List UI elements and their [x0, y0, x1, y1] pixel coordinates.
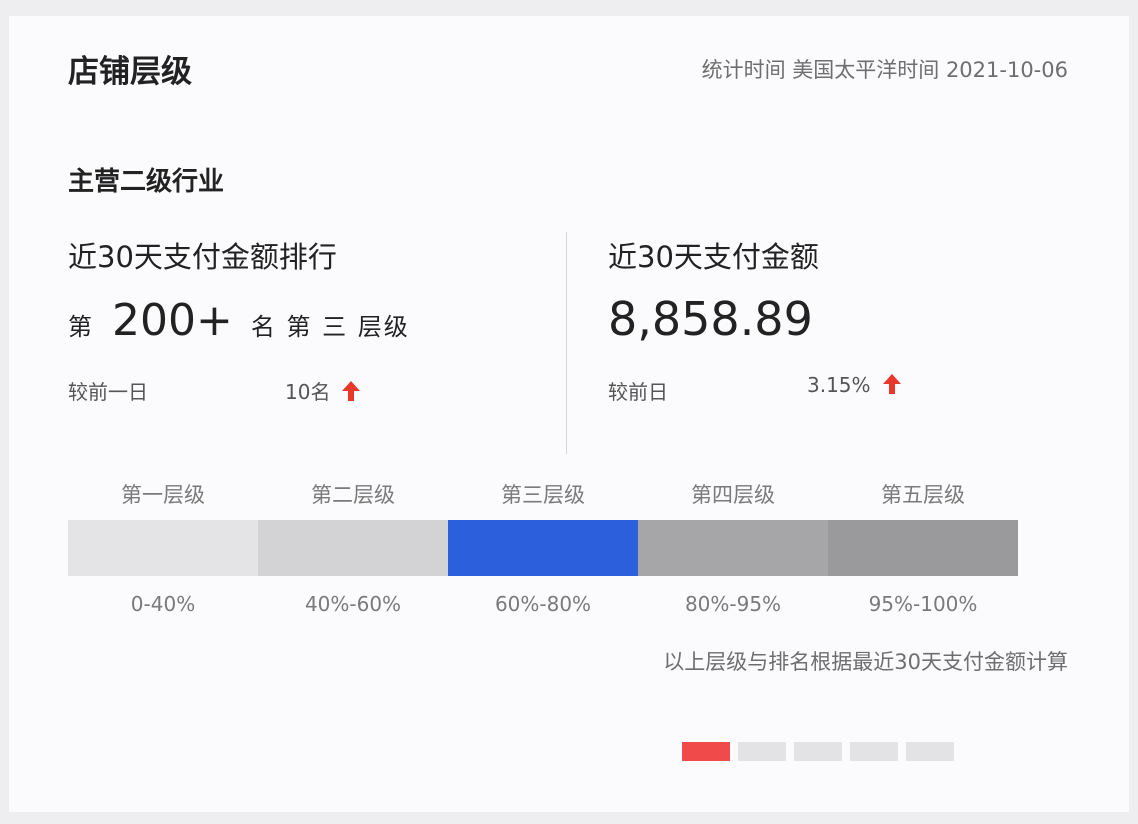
tier-range: 0-40% — [130, 592, 196, 616]
pager-dot-4[interactable] — [850, 742, 898, 761]
pager-dot-5[interactable] — [906, 742, 954, 761]
amount-value: 8,858.89 — [608, 292, 813, 346]
stat-time: 统计时间 美国太平洋时间 2021-10-06 — [701, 58, 1068, 82]
tier-ranges: 0-40% 40%-60% 60%-80% 80%-95% 95%-100% — [68, 592, 1018, 616]
rank-compare-value: 10名 — [285, 380, 331, 404]
amount-compare-value: 3.15% — [807, 373, 871, 397]
tier-range: 95%-100% — [868, 592, 978, 616]
tier-segment-2 — [258, 520, 448, 576]
rank-compare: 10名 — [285, 376, 361, 405]
tier-segment-5 — [828, 520, 1018, 576]
rank-suffix: 名 第 三 层级 — [250, 313, 410, 341]
tier-range: 80%-95% — [684, 592, 782, 616]
pager-dot-1[interactable] — [682, 742, 730, 761]
amount-compare: 3.15% — [807, 373, 901, 397]
tier-name: 第二层级 — [311, 483, 395, 507]
up-arrow-icon — [882, 374, 901, 394]
tier-name: 第五层级 — [881, 483, 965, 507]
tier-bar — [68, 520, 1018, 576]
tier-range: 40%-60% — [304, 592, 402, 616]
tier-name: 第三层级 — [501, 483, 585, 507]
rank-value: 200+ — [112, 295, 233, 346]
calculation-note: 以上层级与排名根据最近30天支付金额计算 — [663, 650, 1068, 674]
card-title: 店铺层级 — [68, 54, 192, 90]
rank-line: 第 200+ 名 第 三 层级 — [68, 295, 410, 346]
tier-segment-4 — [638, 520, 828, 576]
rank-compare-label: 较前一日 — [68, 380, 148, 404]
up-arrow-icon — [342, 381, 361, 401]
divider — [566, 232, 567, 454]
tier-range: 60%-80% — [494, 592, 592, 616]
amount-compare-label: 较前日 — [608, 380, 668, 404]
pager-dot-3[interactable] — [794, 742, 842, 761]
pager-dot-2[interactable] — [738, 742, 786, 761]
section-title: 主营二级行业 — [68, 167, 225, 197]
rank-label: 近30天支付金额排行 — [68, 240, 337, 274]
rank-prefix: 第 — [68, 313, 92, 341]
carousel-pager — [682, 742, 954, 761]
tier-segment-1 — [68, 520, 258, 576]
tier-name: 第一层级 — [121, 483, 205, 507]
tier-names: 第一层级 第二层级 第三层级 第四层级 第五层级 — [68, 479, 1018, 509]
store-tier-card: 店铺层级 统计时间 美国太平洋时间 2021-10-06 主营二级行业 近30天… — [9, 16, 1129, 812]
amount-label: 近30天支付金额 — [608, 240, 819, 274]
tier-name: 第四层级 — [691, 483, 775, 507]
tier-segment-3 — [448, 520, 638, 576]
